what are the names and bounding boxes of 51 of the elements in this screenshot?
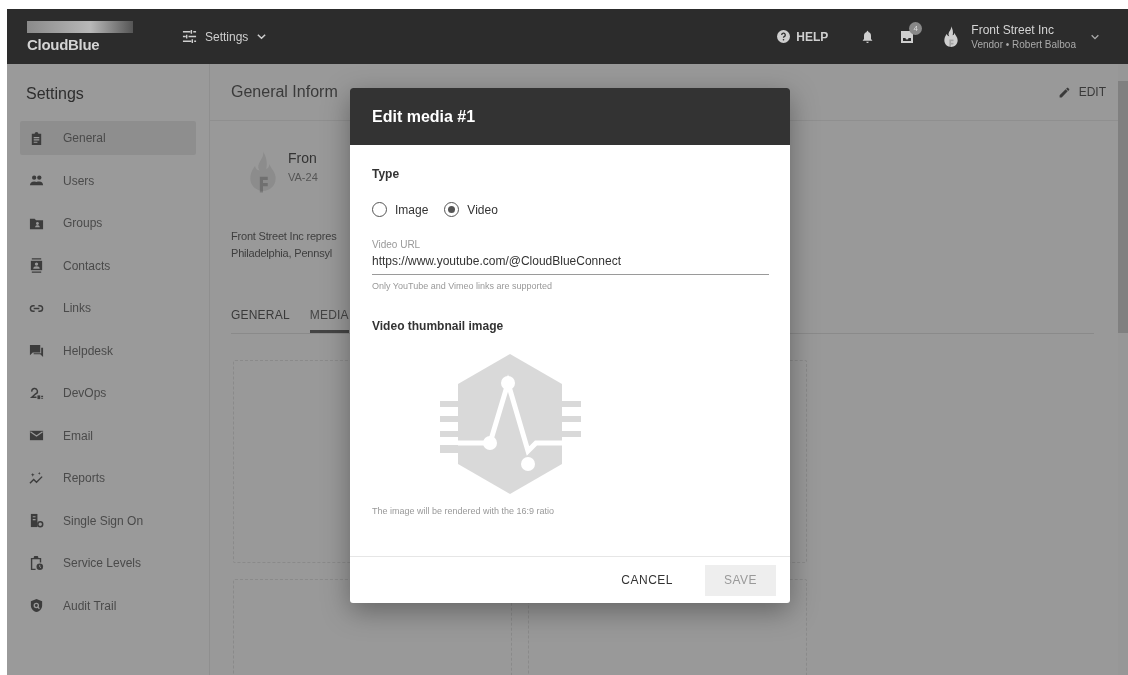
field-label: Video thumbnail image [372, 319, 505, 333]
edit-button[interactable]: EDIT [1057, 85, 1106, 99]
field-label: Type [372, 167, 401, 181]
radio-option[interactable]: Image [372, 202, 429, 217]
sidebar-item[interactable]: Contacts [20, 248, 196, 283]
thumbnail-caption: The image will be rendered with the 16:9 ratio [372, 506, 556, 516]
dialog-title: Edit media #1 [372, 107, 476, 126]
scrollbar-thumb[interactable] [1118, 81, 1128, 333]
sidebar-title: Settings [25, 84, 85, 104]
sidebar-item[interactable]: Reports [20, 461, 196, 495]
chat-icon [29, 343, 44, 358]
clipboard-icon [29, 130, 44, 146]
bell-icon[interactable] [861, 29, 875, 44]
settings-menu[interactable]: Settings [182, 23, 268, 50]
sidebar-item[interactable]: Service Levels [20, 546, 196, 580]
company-id: VA-24 [288, 170, 318, 183]
sidebar-item[interactable]: Users [20, 163, 196, 198]
building-gear-icon [29, 513, 44, 528]
sparkle-chart-icon [29, 470, 44, 486]
sidebar-item[interactable]: Single Sign On [20, 503, 196, 538]
help-icon [777, 30, 791, 43]
page-title: General Inform [231, 83, 338, 101]
caret-icon [256, 31, 268, 42]
help-button[interactable]: HELP [777, 29, 829, 44]
inbox-icon[interactable] [899, 28, 916, 45]
dialog-button[interactable]: CANCEL [615, 564, 679, 596]
sidebar-item[interactable]: Helpdesk [20, 333, 196, 368]
account-role: Vendor • Robert Balboa [971, 39, 1076, 50]
sidebar-item[interactable]: Email [20, 418, 196, 453]
notification-badge: 4 [909, 21, 923, 35]
envelope-icon [29, 428, 44, 443]
clipboard-clock-icon [29, 555, 44, 571]
sidebar-item[interactable]: Audit Trail [20, 588, 196, 623]
devops-icon [29, 385, 44, 401]
tab[interactable]: GENERAL [231, 299, 290, 333]
company-description: Front Street Inc repres Philadelphia, Pennsyl [231, 229, 337, 261]
radio-option[interactable]: Video [444, 202, 498, 217]
sliders-icon [182, 29, 197, 44]
company-name: Fron [288, 149, 318, 166]
sidebar-item[interactable]: Links [20, 291, 196, 325]
pencil-icon [1057, 85, 1071, 99]
shield-icon [29, 598, 44, 613]
field-hint: Only YouTube and Vimeo links are supported [372, 281, 554, 291]
field-label: Video URL [372, 239, 422, 250]
sidebar-item[interactable]: DevOps [20, 376, 196, 410]
sidebar-item[interactable]: Groups [20, 206, 196, 240]
account-name[interactable]: Front Street Inc [971, 23, 1076, 37]
contact-card-icon [29, 258, 44, 273]
sidebar-item[interactable]: General [20, 121, 196, 155]
people-icon [29, 173, 44, 188]
logo-text: CloudBlue [27, 35, 101, 53]
